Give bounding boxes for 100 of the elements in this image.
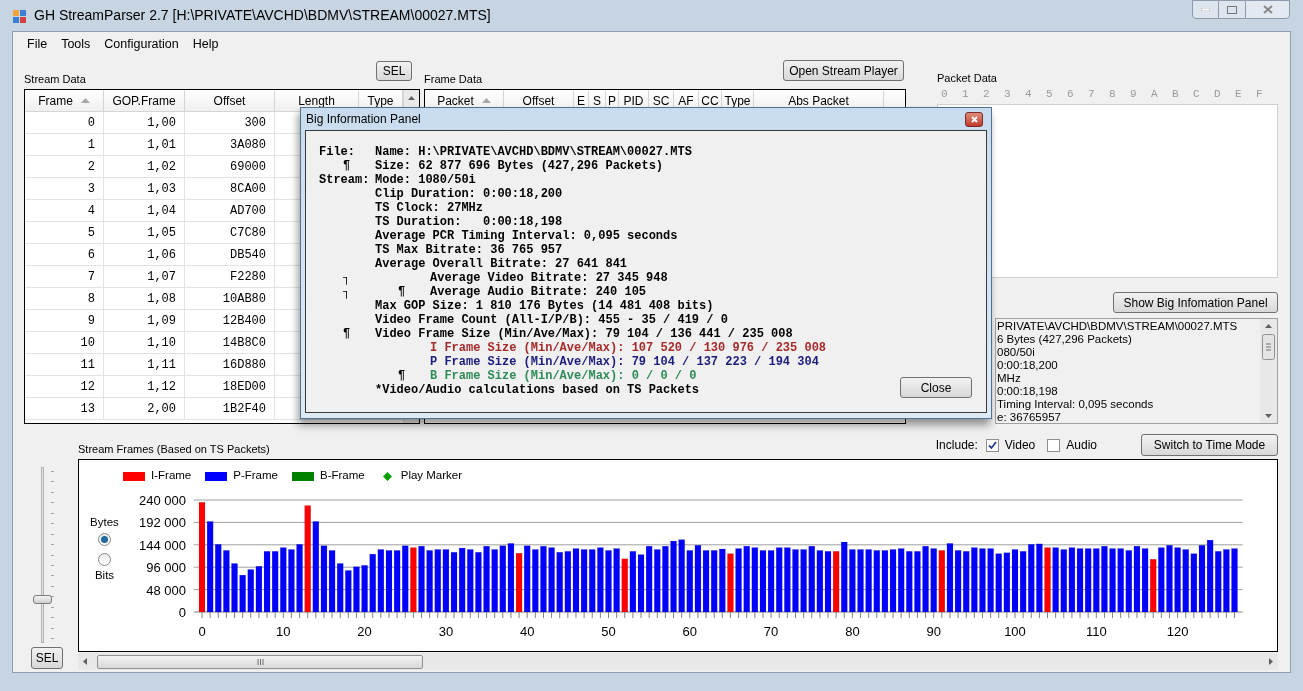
scroll-thumb-icon <box>1262 334 1275 360</box>
open-player-button[interactable]: Open Stream Player <box>783 60 904 81</box>
minimize-button[interactable] <box>1192 0 1219 19</box>
column-header[interactable]: GOP.Frame <box>104 90 185 111</box>
x-tick-label: 110 <box>1085 624 1107 639</box>
table-cell-text: 12 <box>80 378 95 396</box>
dialog-ok-button[interactable]: Close <box>900 377 972 398</box>
legend-label: P-Frame <box>233 468 278 484</box>
info-line: Timing Interval: 0,095 seconds <box>997 398 1155 411</box>
table-cell-text: 2 <box>87 158 95 176</box>
table-cell-text: 12B400 <box>222 312 266 330</box>
info-line: Video Frame Size (Min/Ave/Max): 79 104 / 136 441 / 235 008 <box>375 327 793 341</box>
table-cell-text: DB540 <box>230 246 266 264</box>
horizontal-scrollbar[interactable] <box>78 653 1278 670</box>
check-icon <box>987 440 997 450</box>
sel-button[interactable]: SEL <box>376 61 412 81</box>
scrollbar[interactable] <box>1260 319 1277 423</box>
info-line: Mode: 1080/50i <box>375 173 476 187</box>
info-line: Max GOP Size: 1 810 176 Bytes (14 481 408 bits) <box>375 299 714 313</box>
hex-column-label: 6 <box>1067 87 1075 101</box>
info-line: TS Clock: 27MHz <box>375 201 484 215</box>
maximize-button[interactable] <box>1219 0 1245 19</box>
scroll-up-icon <box>408 96 415 100</box>
info-line: TS Duration: 0:00:18,198 <box>375 215 563 229</box>
y-tick-label: 48 000 <box>146 582 186 598</box>
include-label: Include: <box>935 437 978 454</box>
time-mode-button[interactable]: Switch to Time Mode <box>1141 434 1278 456</box>
table-cell-text: 18ED00 <box>222 378 266 396</box>
x-tick-label: 20 <box>357 624 372 639</box>
radio-label: Bits <box>94 568 115 584</box>
info-line: e: 36765957 <box>997 411 1062 424</box>
maximize-icon <box>1227 5 1237 14</box>
y-tick-label: 96 000 <box>146 560 186 576</box>
info-line: 0:00:18,198 <box>997 385 1059 398</box>
table-cell-text: 300 <box>244 114 266 132</box>
table-cell-text: 1,07 <box>147 268 176 286</box>
sel-button[interactable]: SEL <box>31 647 63 669</box>
slider-thumb[interactable] <box>33 595 52 605</box>
table-cell-text: 1,02 <box>147 158 176 176</box>
column-header[interactable]: Frame <box>25 90 104 111</box>
info-line: 6 Bytes (427,296 Packets) <box>997 333 1133 346</box>
table-cell-text: 4 <box>87 202 95 220</box>
table-cell-text: 1,01 <box>147 136 176 154</box>
table-cell-text: C7C80 <box>230 224 266 242</box>
close-button[interactable] <box>1245 0 1290 19</box>
menu-item[interactable]: Configuration <box>98 34 185 54</box>
show-info-button[interactable]: Show Big Infomation Panel <box>1113 292 1278 313</box>
column-header[interactable]: Offset <box>185 90 275 111</box>
line-label: File: <box>319 145 355 159</box>
hex-column-label: F <box>1256 87 1264 101</box>
info-line: B Frame Size (Min/Ave/Max): 0 / 0 / 0 <box>430 369 697 383</box>
legend-label: Play Marker <box>400 468 463 484</box>
info-line: P Frame Size (Min/Ave/Max): 79 104 / 137 223 / 194 304 <box>430 355 819 369</box>
info-line: MHz <box>997 372 1022 385</box>
scroll-thumb[interactable] <box>97 654 423 669</box>
table-cell-text: 8 <box>87 290 95 308</box>
table-cell-text: 1,04 <box>147 202 176 220</box>
table-cell-text: 3 <box>87 180 95 198</box>
y-tick-label: 144 000 <box>139 537 186 553</box>
sort-arrow-icon <box>80 98 90 103</box>
x-tick-label: 0 <box>198 624 206 639</box>
table-cell-text: 1,00 <box>147 114 176 132</box>
y-tick-label: 240 000 <box>139 494 186 508</box>
section-label: Stream Data <box>24 71 86 87</box>
legend-label: B-Frame <box>320 468 365 484</box>
dialog-close-button[interactable] <box>965 111 983 127</box>
info-line: Video Frame Count (All-I/P/B): 455 - 35 / 419 / 0 <box>375 313 728 327</box>
line-label: Stream: <box>319 173 370 187</box>
y-tick-label: 0 <box>178 605 186 620</box>
x-tick-label: 100 <box>1004 624 1026 639</box>
table-cell-text: 1,09 <box>147 312 176 330</box>
checkbox[interactable] <box>1047 438 1061 452</box>
scroll-left-icon <box>83 658 87 665</box>
table-cell-text: 5 <box>87 224 95 242</box>
info-line: Average Video Bitrate: 27 345 948 <box>430 271 668 285</box>
dialog-title: Big Information Panel <box>306 111 421 128</box>
radio-label: Bytes <box>90 515 119 530</box>
checkbox[interactable] <box>985 438 999 452</box>
menu-item[interactable]: Tools <box>55 34 97 54</box>
section-label: Packet Data <box>937 72 998 85</box>
radio-button[interactable] <box>98 553 111 567</box>
menu-item[interactable]: File <box>21 34 54 54</box>
menu-item[interactable]: Help <box>186 34 225 54</box>
table-cell-text: 2,00 <box>147 400 176 418</box>
legend-label: I-Frame <box>151 468 192 484</box>
table-cell-text: 1,11 <box>147 356 176 374</box>
radio-button[interactable] <box>98 533 111 547</box>
table-cell-text: 11 <box>80 356 95 374</box>
x-tick-label: 30 <box>438 624 454 639</box>
hex-column-label: B <box>1172 87 1180 101</box>
table-cell-text: 1B2F40 <box>222 400 266 418</box>
table-cell-text: 10AB80 <box>222 290 266 308</box>
table-cell-text: 1,03 <box>147 180 176 198</box>
hex-column-label: D <box>1214 87 1222 101</box>
line-mark: ┐ <box>343 271 351 285</box>
table-cell-text: 1,12 <box>147 378 176 396</box>
table-cell-text: 1,05 <box>147 224 176 242</box>
hex-column-label: 2 <box>983 87 991 101</box>
table-cell-text: 1,08 <box>147 290 176 308</box>
info-line: TS Max Bitrate: 36 765 957 <box>375 243 563 257</box>
